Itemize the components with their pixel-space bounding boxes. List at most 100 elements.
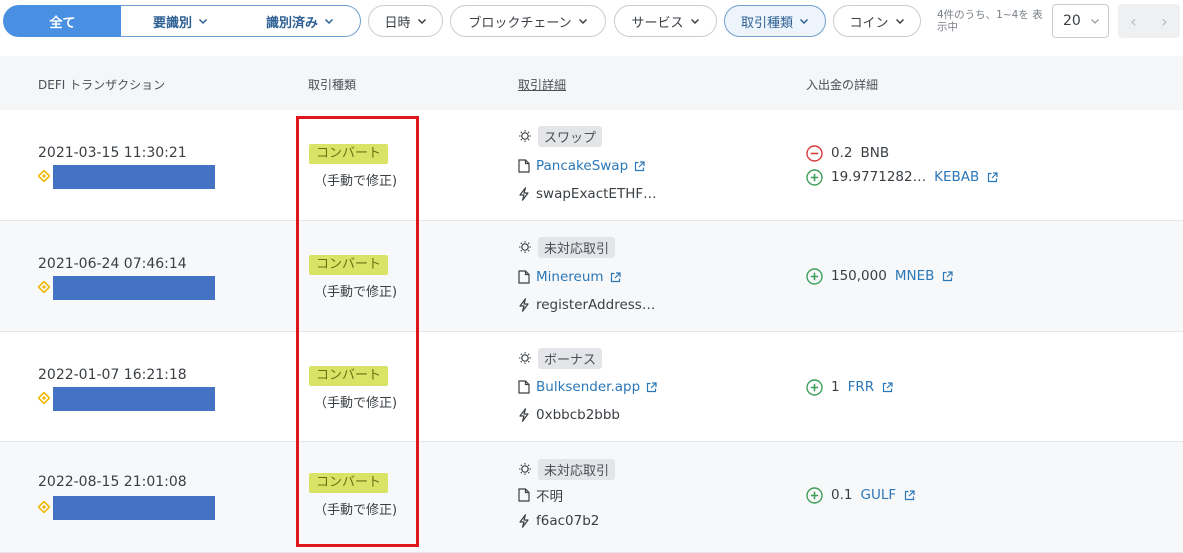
filter-tx-type-button[interactable]: 取引種類 [724,5,826,37]
column-header-flow-detail[interactable]: 入出金の詳細 [806,76,878,93]
method-name: f6ac07b2 [536,513,600,529]
table-row[interactable]: 2021-03-15 11:30:21 コンバート （手動で修正) スワップ P… [0,110,1183,221]
tx-type-badge[interactable]: コンバート [309,473,389,493]
detail-service[interactable]: Minereum [518,266,621,288]
inflow-entry: 19.9771282… KEBAB [806,166,998,188]
external-link-icon[interactable] [610,271,621,283]
flow-token-link[interactable]: KEBAB [934,169,979,185]
lightning-icon [519,298,529,312]
inflow-entry: 150,000 MNEB [806,265,953,287]
service-name: 不明 [536,489,563,505]
page-size-value: 20 [1063,13,1081,29]
external-link-icon[interactable] [882,381,893,393]
service-link[interactable]: Minereum [536,269,604,285]
external-link-icon[interactable] [634,160,645,172]
file-icon [518,270,530,284]
tx-datetime: 2021-06-24 07:46:14 [38,256,187,272]
detail-category-badge: スワップ [538,125,603,147]
filter-tx-type-label: 取引種類 [740,15,793,31]
file-icon [518,488,530,502]
flow-token: BNB [860,145,890,161]
page-size-select[interactable]: 20 [1052,4,1109,38]
method-name: swapExactETHF… [536,186,657,202]
inflow-entry: 0.1 GULF [806,484,915,506]
filter-service-button[interactable]: サービス [614,5,717,37]
tx-type-badge[interactable]: コンバート [309,366,389,386]
lightbulb-icon [519,352,531,364]
wallet-address [38,496,218,520]
tx-type-badge[interactable]: コンバート [309,144,389,164]
lightning-icon [519,187,529,201]
chevron-down-icon [1091,19,1099,24]
tx-type-badge[interactable]: コンバート [309,255,389,275]
flow-token-link[interactable]: GULF [860,487,896,503]
filter-all-label: 全て [49,15,76,31]
filter-all-button[interactable]: 全て [3,5,122,37]
filter-identified-button[interactable]: 識別済み [240,5,361,37]
filter-date-button[interactable]: 日時 [368,5,443,37]
inflow-entry: 1 FRR [806,376,893,398]
chevron-down-icon [690,18,699,25]
flow-token-link[interactable]: FRR [848,379,875,395]
service-link[interactable]: PancakeSwap [536,158,628,174]
external-link-icon[interactable] [942,270,953,282]
detail-category: ボーナス [518,347,603,369]
column-header-tx-detail[interactable]: 取引詳細 [518,76,566,93]
filter-blockchain-label: ブロックチェーン [468,15,572,31]
detail-method: 0xbbcb2bbb [518,404,620,426]
redacted-address [53,387,215,411]
table-row[interactable]: 2022-01-07 16:21:18 コンバート （手動で修正) ボーナス B… [0,332,1183,442]
tx-datetime: 2021-03-15 11:30:21 [38,145,187,161]
flow-amount: 0.1 [831,487,853,503]
external-link-icon[interactable] [904,489,915,501]
detail-method: registerAddress… [518,294,655,316]
plus-circle-icon [806,267,823,285]
next-page-button[interactable]: › [1149,4,1180,38]
minus-circle-icon [806,144,823,162]
column-header-tx-type[interactable]: 取引種類 [308,76,356,93]
redacted-address [53,496,215,520]
plus-circle-icon [806,168,823,186]
file-icon [518,380,530,394]
lightbulb-icon [519,130,531,142]
tx-datetime: 2022-08-15 21:01:08 [38,474,187,490]
wallet-address [38,387,218,411]
flow-amount: 150,000 [831,268,887,284]
column-header-defi-tx[interactable]: DEFI トランザクション [38,76,165,93]
service-link[interactable]: Bulksender.app [536,379,640,395]
detail-method: f6ac07b2 [518,510,599,532]
previous-page-button[interactable]: ‹ [1118,4,1149,38]
bnb-coin-icon [38,501,50,513]
tx-datetime: 2022-01-07 16:21:18 [38,367,187,383]
chevron-down-icon [324,18,334,25]
method-name: 0xbbcb2bbb [536,407,621,423]
bnb-coin-icon [38,170,50,182]
detail-category: 未対応取引 [518,458,616,480]
table-row[interactable]: 2021-06-24 07:46:14 コンバート （手動で修正) 未対応取引 … [0,221,1183,332]
flow-token-link[interactable]: MNEB [895,268,935,284]
redacted-address [53,276,215,300]
detail-category: スワップ [518,125,603,147]
filter-coin-button[interactable]: コイン [833,5,921,37]
outflow-entry: 0.2 BNB [806,142,889,164]
chevron-down-icon [417,18,426,25]
flow-amount: 0.2 [831,145,853,161]
flow-amount: 19.9771282… [831,169,927,185]
chevron-right-icon: › [1161,11,1168,31]
lightbulb-icon [519,463,531,475]
filter-blockchain-button[interactable]: ブロックチェーン [450,5,606,37]
flow-amount: 1 [831,379,840,395]
table-row[interactable]: 2022-08-15 21:01:08 コンバート （手動で修正) 未対応取引 … [0,442,1183,553]
filter-service-label: サービス [631,15,684,31]
external-link-icon[interactable] [987,171,998,183]
wallet-address [38,165,218,189]
external-link-icon[interactable] [646,381,657,393]
detail-service[interactable]: Bulksender.app [518,376,657,398]
chevron-down-icon [799,18,809,25]
detail-service[interactable]: PancakeSwap [518,155,645,177]
chevron-down-icon [895,18,904,25]
manual-edit-note: （手動で修正) [314,174,398,189]
bnb-coin-icon [38,392,50,404]
lightning-icon [519,514,529,528]
filter-needs-review-button[interactable]: 要識別 [121,5,241,37]
